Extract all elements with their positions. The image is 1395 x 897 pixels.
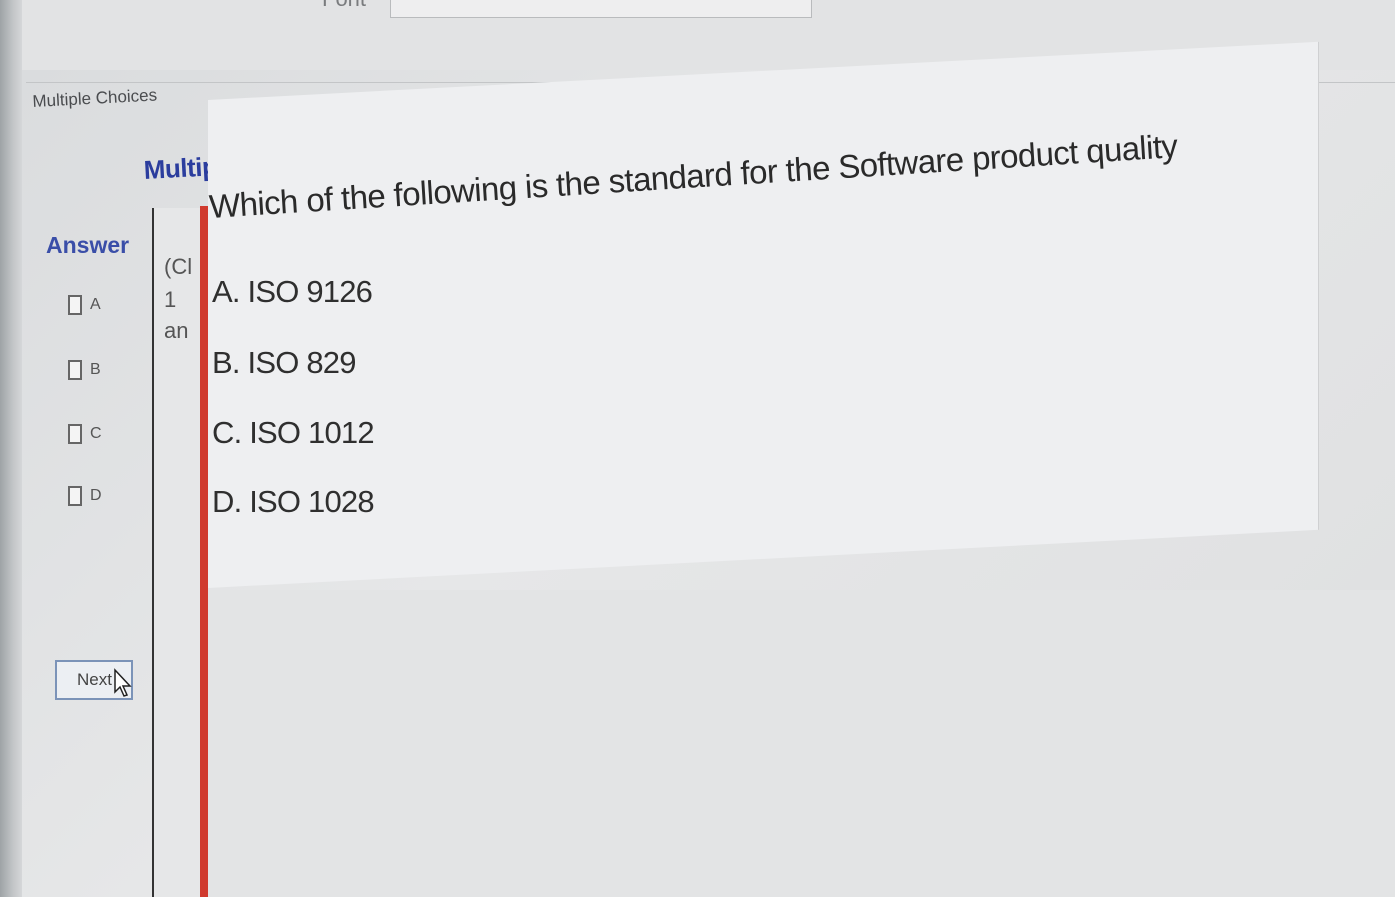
side-column	[152, 208, 202, 897]
side-column-line: 1	[164, 287, 177, 312]
choice-d: D. ISO 1028	[212, 484, 375, 519]
answer-option-label: B	[90, 361, 101, 378]
mouse-cursor-icon	[114, 668, 132, 697]
answer-option-b[interactable]: B	[68, 357, 101, 383]
checkbox-a[interactable]	[68, 295, 82, 315]
checkbox-d[interactable]	[68, 486, 82, 506]
content-lower-area	[208, 590, 1395, 897]
font-field[interactable]	[390, 0, 812, 18]
monitor-bezel	[0, 0, 22, 897]
answer-option-a[interactable]: A	[68, 292, 101, 318]
question-panel	[208, 41, 1319, 588]
choice-b: B. ISO 829	[212, 345, 356, 380]
answer-option-c[interactable]: C	[68, 421, 102, 447]
answer-option-label: C	[90, 425, 102, 442]
side-column-line: (Cl	[164, 254, 193, 279]
choice-a: A. ISO 9126	[212, 274, 373, 309]
checkbox-c[interactable]	[68, 424, 82, 444]
side-column-line: an	[164, 318, 189, 343]
choice-c: C. ISO 1012	[212, 415, 375, 450]
checkbox-b[interactable]	[68, 360, 82, 380]
screen: Font Multiple Choices Multiple choices 2…	[0, 0, 1395, 897]
accent-bar	[200, 206, 208, 897]
font-label: Font	[322, 0, 366, 12]
answer-option-label: D	[90, 487, 102, 504]
answer-option-label: A	[90, 296, 101, 313]
answer-option-d[interactable]: D	[68, 483, 102, 509]
answer-title: Answer	[46, 232, 130, 258]
